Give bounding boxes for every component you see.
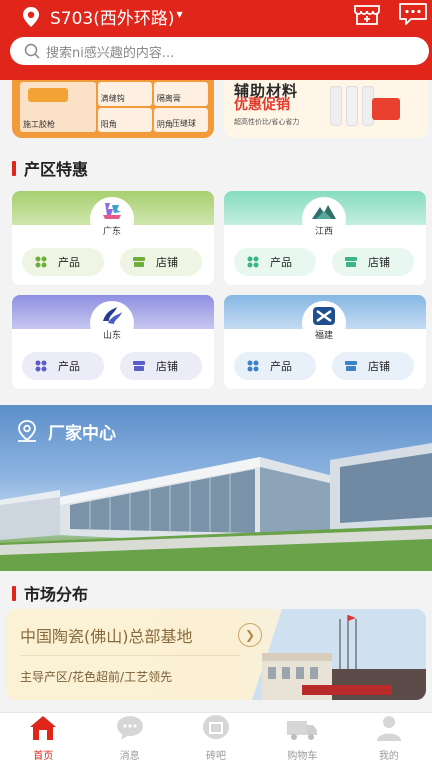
- product-icon: [35, 360, 47, 372]
- region-card-jiangxi[interactable]: 江西 产品 店铺: [224, 191, 426, 285]
- banner-tool-cell: 滴缝钩: [97, 82, 152, 106]
- search-icon: [24, 43, 40, 59]
- product-button[interactable]: 产品: [234, 352, 316, 380]
- market-building-image: [252, 609, 426, 700]
- bottom-tab-bar: 首页 消息 砖吧 购物车 我的: [0, 712, 432, 768]
- shop-icon: [345, 257, 357, 267]
- location-text: S703(西外环路): [50, 9, 175, 29]
- shop-icon: [133, 257, 145, 267]
- factory-center-banner[interactable]: 厂家中心: [0, 405, 432, 571]
- banner-tool-cell: 隔离膏: [153, 82, 208, 106]
- banner-tool-label: 压缝球: [172, 119, 196, 128]
- banner-tool-cell: 施工胶枪: [20, 82, 96, 132]
- region-section-title: 产区特惠: [12, 156, 88, 180]
- tab-messages[interactable]: 消息: [86, 713, 172, 768]
- region-card-guangdong[interactable]: 广东 产品 店铺: [12, 191, 214, 285]
- location-selector[interactable]: S703(西外环路) ▼: [22, 4, 183, 29]
- tab-profile[interactable]: 我的: [346, 713, 432, 768]
- top-header: S703(西外环路) ▼ 搜索ni感兴趣的内容...: [0, 0, 432, 80]
- jiangxi-logo-icon: 江西: [302, 197, 346, 241]
- chat-icon[interactable]: [398, 2, 428, 26]
- factory-center-title: 厂家中心: [16, 419, 116, 444]
- product-bottle-image: [346, 86, 358, 126]
- add-store-icon[interactable]: [352, 2, 382, 26]
- shop-button[interactable]: 店铺: [120, 248, 202, 276]
- cart-icon: [287, 721, 318, 740]
- shop-button[interactable]: 店铺: [332, 352, 414, 380]
- shop-icon: [133, 361, 145, 371]
- message-icon: [116, 716, 143, 740]
- product-button[interactable]: 产品: [234, 248, 316, 276]
- location-pin-icon: [23, 6, 39, 27]
- tile-bar-icon: [203, 715, 230, 739]
- market-card-foshan[interactable]: 中国陶瓷(佛山)总部基地 ❯ 主导产区/花色超前/工艺领先: [6, 609, 426, 700]
- region-card-shandong[interactable]: 山东 产品 店铺: [12, 295, 214, 389]
- banner-tool-cell: 阳角: [97, 108, 152, 132]
- guangdong-logo-icon: 广东: [90, 197, 134, 241]
- profile-icon: [376, 716, 401, 741]
- shop-icon: [345, 361, 357, 371]
- product-icon: [247, 256, 259, 268]
- search-input[interactable]: 搜索ni感兴趣的内容...: [10, 37, 429, 65]
- market-card-title: 中国陶瓷(佛山)总部基地: [20, 627, 193, 646]
- materials-promo-banner[interactable]: 辅助材料 优惠促销 超高性价比/省心省力: [224, 80, 428, 138]
- market-card-subtitle: 主导产区/花色超前/工艺领先: [20, 670, 173, 684]
- location-pin-icon: [18, 419, 36, 442]
- tab-cart[interactable]: 购物车: [259, 713, 345, 768]
- product-bottle-image: [330, 86, 342, 126]
- region-card-fujian[interactable]: 福建 产品 店铺: [224, 295, 426, 389]
- product-icon: [35, 256, 47, 268]
- home-icon: [30, 716, 57, 740]
- tab-home[interactable]: 首页: [0, 713, 86, 768]
- tools-banner[interactable]: 施工胶枪 滴缝钩 隔离膏 阳角 阴角 压缝球: [12, 80, 214, 138]
- product-button[interactable]: 产品: [22, 352, 104, 380]
- shop-button[interactable]: 店铺: [332, 248, 414, 276]
- shop-button[interactable]: 店铺: [120, 352, 202, 380]
- fujian-logo-icon: 福建: [302, 301, 346, 345]
- shandong-logo-icon: 山东: [90, 301, 134, 345]
- divider: [20, 655, 240, 656]
- banner-subtitle: 超高性价比/省心省力: [234, 118, 300, 126]
- tab-tile-bar[interactable]: 砖吧: [173, 713, 259, 768]
- leveling-tool-image: [372, 98, 400, 120]
- banner-promo: 优惠促销: [234, 97, 290, 113]
- product-button[interactable]: 产品: [22, 248, 104, 276]
- caret-down-icon: ▼: [176, 10, 183, 19]
- market-section-title: 市场分布: [12, 581, 88, 605]
- search-placeholder: 搜索ni感兴趣的内容...: [46, 45, 175, 61]
- product-icon: [247, 360, 259, 372]
